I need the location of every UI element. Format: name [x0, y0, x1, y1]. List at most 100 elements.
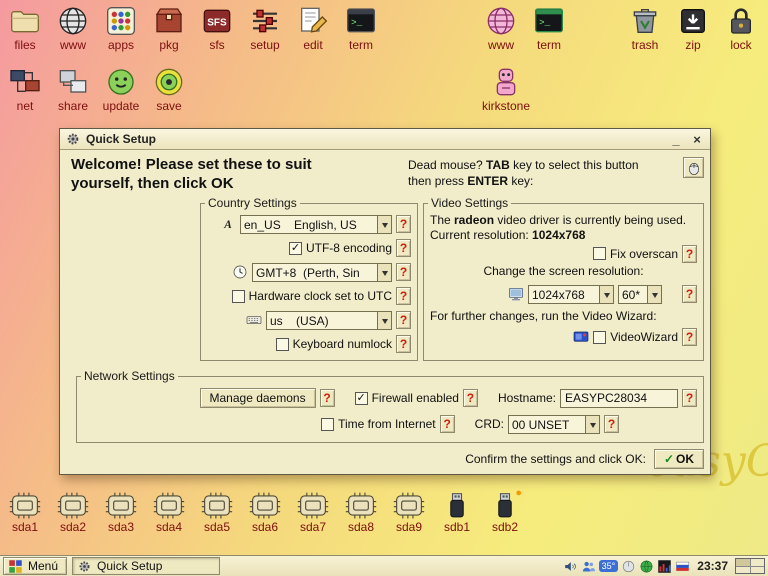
help-button[interactable]: ? [682, 328, 697, 346]
resolution-select[interactable]: 1024x768 [528, 285, 614, 304]
hostname-field[interactable] [560, 389, 678, 408]
deadmouse-text: then press [408, 174, 467, 188]
desktop-icons-row1b: www >_ term [478, 5, 572, 52]
desktop-icon[interactable]: apps [98, 5, 144, 52]
crd-select[interactable]: 00 UNSET [508, 415, 600, 434]
resolution-value: 1024x768 [529, 286, 599, 303]
clock-icon [232, 264, 248, 280]
tab-target-button[interactable] [683, 157, 704, 178]
drive-icon[interactable]: sda7 [290, 492, 336, 534]
chevron-down-icon[interactable] [377, 216, 391, 233]
workspace-pager[interactable] [735, 558, 765, 574]
help-button[interactable]: ? [604, 415, 619, 433]
help-button[interactable]: ? [463, 389, 478, 407]
video-wizard-checkbox[interactable] [593, 331, 606, 344]
help-button[interactable]: ? [682, 245, 697, 263]
minimize-button[interactable]: _ [668, 131, 684, 147]
desktop-icon[interactable]: pkg [146, 5, 192, 52]
video-wizard-text: For further changes, run the Video Wizar… [428, 307, 699, 325]
help-button[interactable]: ? [396, 335, 411, 353]
drive-icon[interactable]: sda6 [242, 492, 288, 534]
globe-pink-icon [485, 5, 517, 37]
desktop-icon[interactable]: share [50, 66, 96, 113]
numlock-checkbox[interactable] [276, 338, 289, 351]
chevron-down-icon[interactable] [585, 416, 599, 433]
cpu-icon[interactable] [621, 559, 636, 574]
utf8-checkbox[interactable]: ✓ [289, 242, 302, 255]
hwclock-checkbox[interactable] [232, 290, 245, 303]
drive-icon[interactable]: sda3 [98, 492, 144, 534]
time-internet-checkbox[interactable] [321, 418, 334, 431]
drive-icon[interactable]: sda5 [194, 492, 240, 534]
desktop-icon[interactable]: www [478, 5, 524, 52]
fix-overscan-checkbox[interactable] [593, 247, 606, 260]
video-wizard-row: VideoWizard ? [428, 325, 699, 350]
desktop-icon[interactable]: trash [622, 5, 668, 52]
titlebar[interactable]: Quick Setup _ × [60, 129, 710, 150]
desktop-icon[interactable]: update [98, 66, 144, 113]
video-info: The [430, 213, 454, 227]
desktop-icon[interactable]: edit [290, 5, 336, 52]
help-button[interactable]: ? [682, 389, 697, 407]
desktop-icon[interactable]: kirkstone [478, 66, 534, 113]
desktop-icon-label: files [14, 38, 35, 52]
desktop-icon[interactable]: SFS sfs [194, 5, 240, 52]
desktop-icon[interactable]: >_ term [338, 5, 384, 52]
desktop-icon[interactable]: net [2, 66, 48, 113]
help-button[interactable]: ? [396, 263, 411, 281]
help-button[interactable]: ? [396, 215, 411, 233]
drive-icon[interactable]: sda1 [2, 492, 48, 534]
hostname-label: Hostname: [498, 391, 556, 405]
ok-button[interactable]: ✓ OK [654, 449, 704, 469]
desktop-icon[interactable]: setup [242, 5, 288, 52]
keyboard-layout-flag-icon[interactable] [675, 559, 690, 574]
manage-daemons-button[interactable]: Manage daemons [200, 388, 316, 408]
desktop-icon-label: sfs [209, 38, 224, 52]
desktop-icon[interactable]: files [2, 5, 48, 52]
drive-icon[interactable]: ● sdb2 [482, 492, 528, 534]
menu-logo-icon [8, 559, 23, 574]
desktop-icon[interactable]: zip [670, 5, 716, 52]
drive-icon[interactable]: sdb1 [434, 492, 480, 534]
desktop-icon-label: www [60, 38, 86, 52]
help-button[interactable]: ? [396, 287, 411, 305]
help-button[interactable]: ? [396, 311, 411, 329]
svg-text:A: A [223, 219, 232, 231]
desktop-icon[interactable]: www [50, 5, 96, 52]
chevron-down-icon[interactable] [599, 286, 613, 303]
chevron-down-icon[interactable] [377, 312, 391, 329]
keyboard-icon [246, 312, 262, 328]
locale-select[interactable]: en_US English, US [240, 215, 392, 234]
drive-icon[interactable]: sda8 [338, 492, 384, 534]
volume-icon[interactable] [563, 559, 578, 574]
chevron-down-icon[interactable] [377, 264, 391, 281]
taskbar-window-button[interactable]: Quick Setup [72, 557, 220, 575]
drive-label: sda4 [156, 520, 182, 534]
help-button[interactable]: ? [396, 239, 411, 257]
refresh-rate-select[interactable]: 60* [618, 285, 662, 304]
drive-icon[interactable]: sda4 [146, 492, 192, 534]
menu-button[interactable]: Menú [3, 557, 67, 575]
partition-icon [199, 492, 235, 519]
help-button[interactable]: ? [320, 389, 335, 407]
close-button[interactable]: × [689, 131, 705, 147]
timezone-select[interactable]: GMT+8 (Perth, Sin [252, 263, 392, 282]
enter-key-label: ENTER [467, 174, 508, 188]
firewall-checkbox[interactable]: ✓ [355, 392, 368, 405]
help-button[interactable]: ? [682, 285, 697, 303]
keyboard-select[interactable]: us (USA) [266, 311, 392, 330]
desktop-icon[interactable]: >_ term [526, 5, 572, 52]
desktop-icon-label: lock [730, 38, 751, 52]
fix-overscan-label: Fix overscan [610, 247, 678, 261]
users-icon[interactable] [581, 559, 596, 574]
drive-icon[interactable]: sda9 [386, 492, 432, 534]
network-globe-icon[interactable] [639, 559, 654, 574]
desktop-icon[interactable]: save [146, 66, 192, 113]
help-button[interactable]: ? [440, 415, 455, 433]
system-monitor-icon[interactable] [657, 559, 672, 574]
deadmouse-line2: then press ENTER key: [408, 174, 676, 190]
desktop-icon[interactable]: lock [718, 5, 764, 52]
temperature-badge[interactable]: 35° [599, 560, 619, 572]
chevron-down-icon[interactable] [647, 286, 661, 303]
drive-icon[interactable]: sda2 [50, 492, 96, 534]
